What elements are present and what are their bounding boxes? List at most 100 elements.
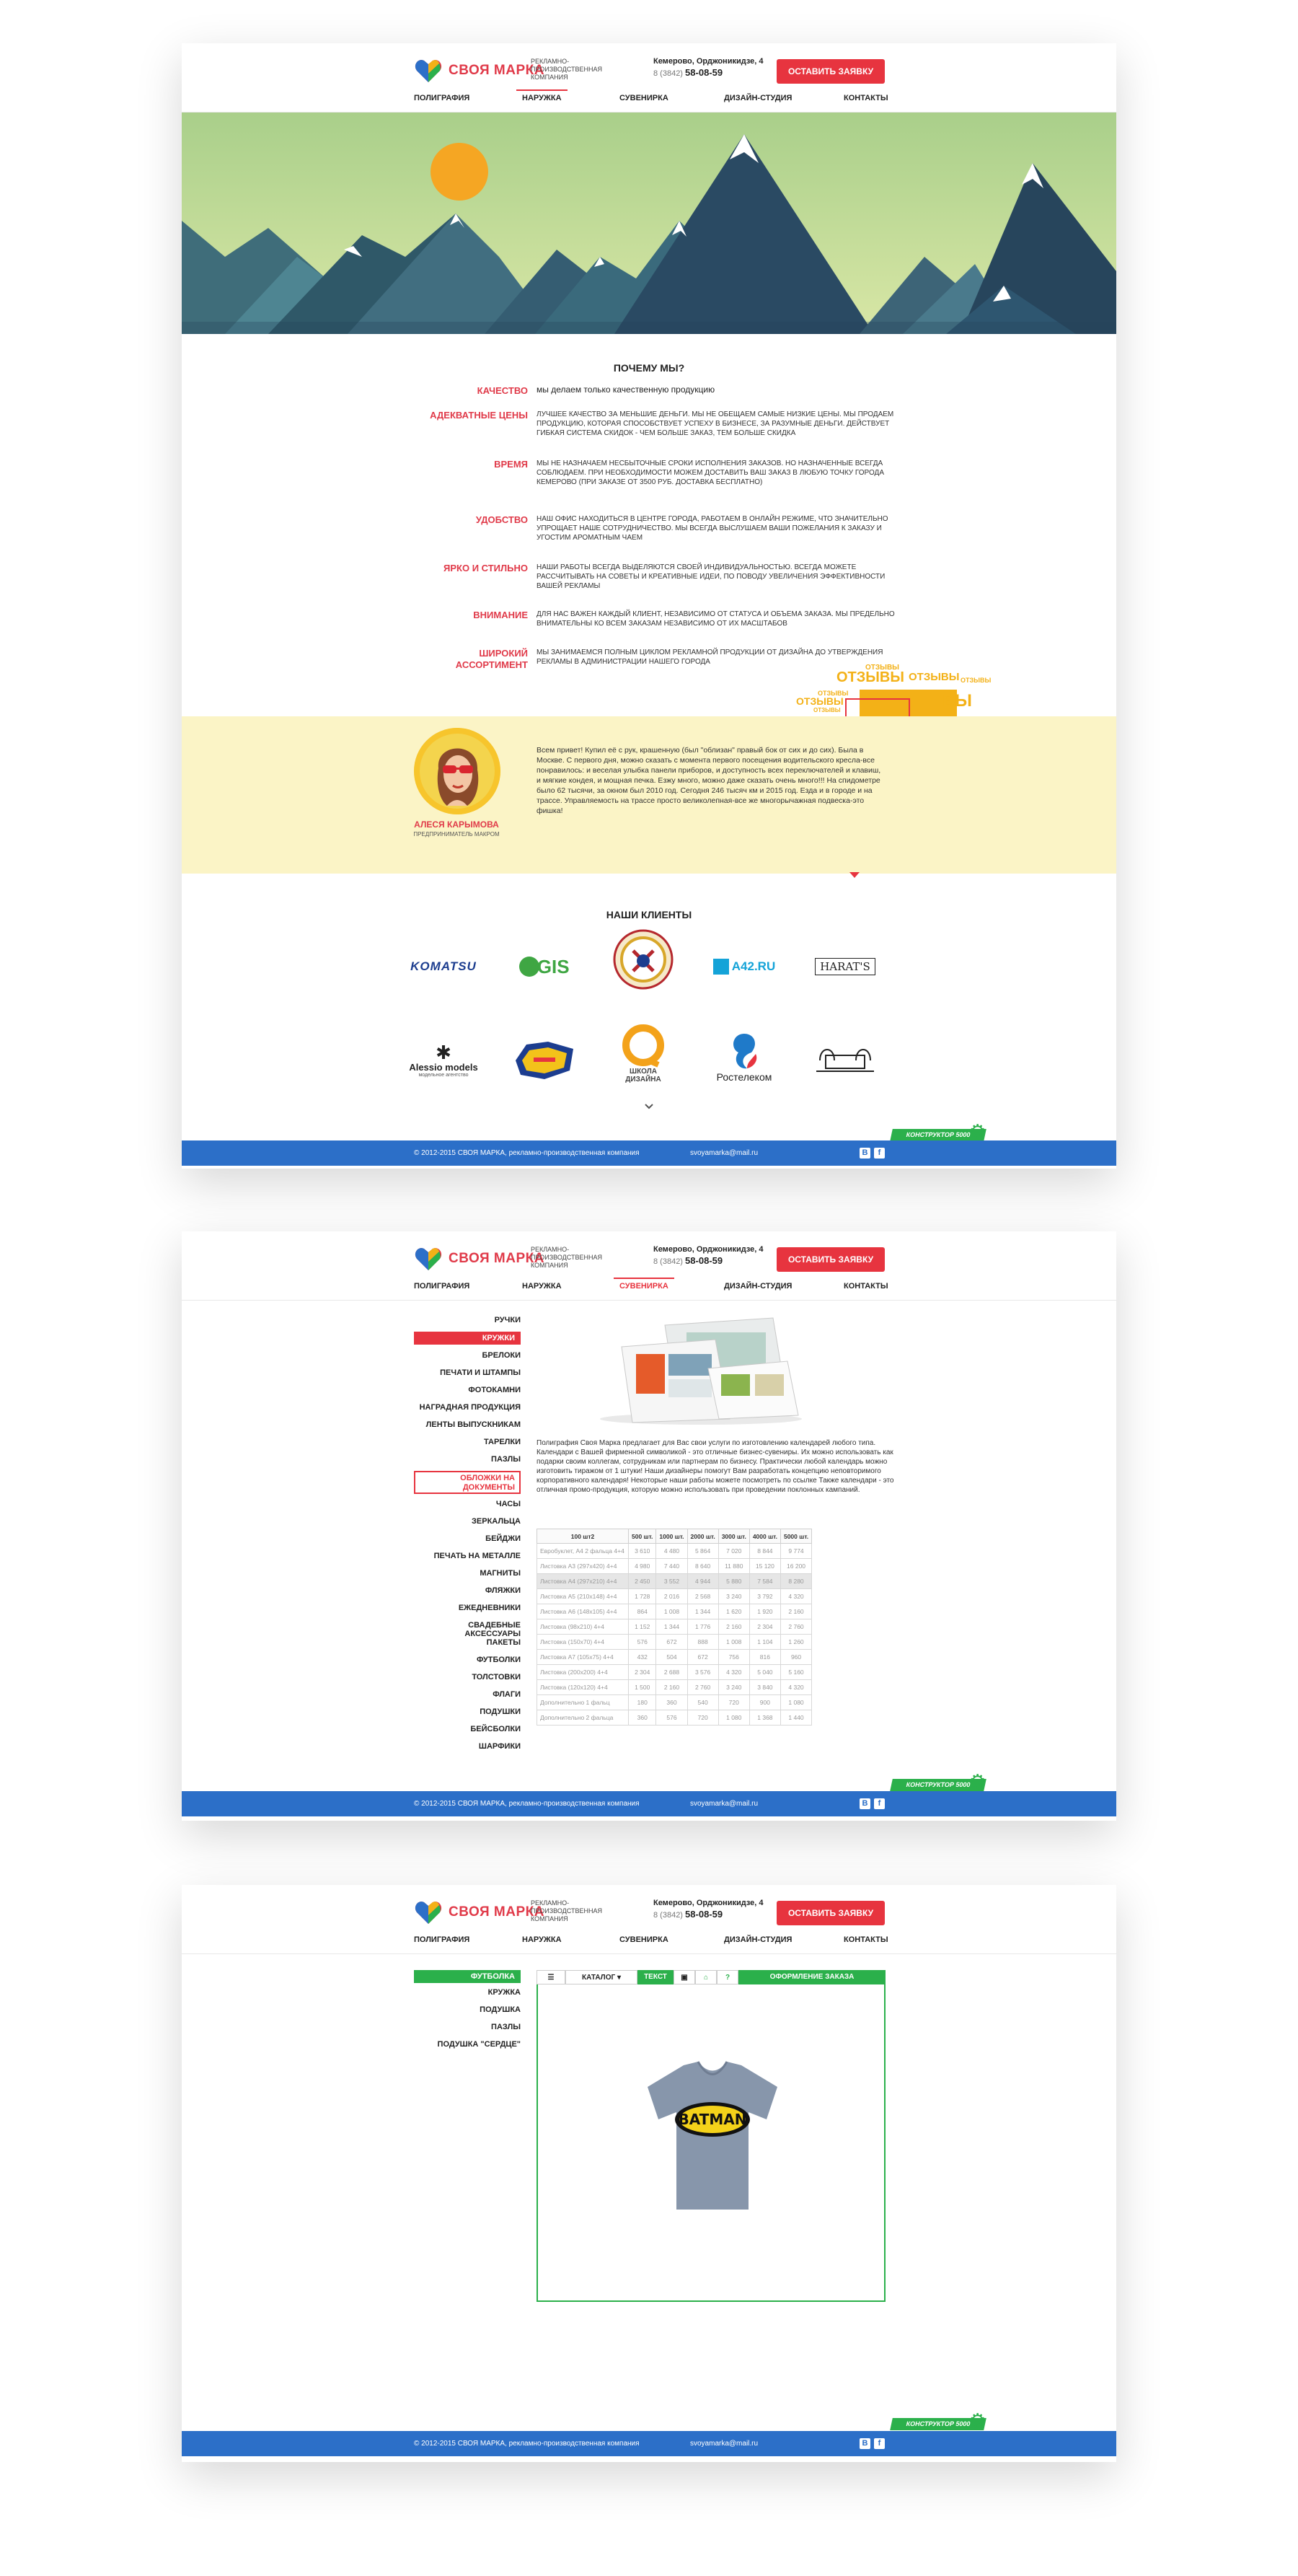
- heart-logo-icon: [415, 1902, 442, 1924]
- footer-email[interactable]: svoyamarka@mail.ru: [690, 1149, 758, 1157]
- menu-item[interactable]: БЕЙСБОЛКИ: [414, 1725, 521, 1733]
- table-cell-price: 8 280: [780, 1573, 813, 1589]
- menu-item[interactable]: ФЛАГИ: [414, 1690, 521, 1699]
- nav-contacts[interactable]: КОНТАКТЫ: [844, 94, 888, 102]
- logo[interactable]: СВОЯ МАРКА: [414, 56, 544, 85]
- client-logo-pub[interactable]: [805, 1028, 885, 1093]
- reviews-word: ОТЗЫВЫ: [813, 707, 841, 713]
- client-logo-harats[interactable]: HARAT'S: [805, 934, 885, 999]
- menu-item[interactable]: ПЕЧАТЬ НА МЕТАЛЛЕ: [414, 1552, 521, 1560]
- menu-item[interactable]: БРЕЛОКИ: [414, 1351, 521, 1360]
- table-cell-price: 2 304: [749, 1619, 781, 1635]
- client-logo-komatsu[interactable]: KOMATSU: [404, 934, 483, 999]
- text-tool-button[interactable]: ТЕКСТ: [637, 1970, 674, 1984]
- menu-item[interactable]: ЛЕНТЫ ВЫПУСКНИКАМ: [414, 1420, 521, 1429]
- menu-item[interactable]: БЕЙДЖИ: [414, 1534, 521, 1543]
- logo[interactable]: СВОЯ МАРКА: [414, 1244, 544, 1273]
- menu-item[interactable]: СВАДЕБНЫЕ АКСЕССУАРЫ: [414, 1621, 521, 1638]
- catalog-dropdown[interactable]: КАТАЛОГ ▾: [565, 1970, 637, 1984]
- table-cell-price: 15 120: [749, 1558, 781, 1574]
- ring-logo-icon: [622, 1024, 664, 1068]
- nav-souvenirs[interactable]: СУВЕНИРКА: [614, 1278, 674, 1291]
- nav-design-studio[interactable]: ДИЗАЙН-СТУДИЯ: [724, 1935, 792, 1944]
- menu-item[interactable]: ТАРЕЛКИ: [414, 1438, 521, 1446]
- menu-item[interactable]: ПАЗЛЫ: [414, 1455, 521, 1464]
- nav-polygraphy[interactable]: ПОЛИГРАФИЯ: [414, 1935, 469, 1944]
- client-logo-rostelecom[interactable]: Ростелеком: [705, 1024, 784, 1089]
- checkout-button[interactable]: ОФОРМЛЕНИЕ ЗАКАЗА: [738, 1970, 886, 1984]
- client-logo-alessio[interactable]: ✱ Alessio models модельное агентство: [404, 1028, 483, 1093]
- menu-item[interactable]: ПЕЧАТИ И ШТАМПЫ: [414, 1368, 521, 1377]
- menu-item[interactable]: ЗЕРКАЛЬЦА: [414, 1517, 521, 1526]
- client-logo-cartoon[interactable]: [505, 1028, 584, 1093]
- table-row: Евробуклет, А4 2 фальца 4+4 3 610 4 480 5 8…: [537, 1543, 813, 1559]
- table-row: Дополнительно 2 фальца 360 576 720 1 080 1 36…: [537, 1710, 813, 1726]
- menu-item[interactable]: ПАКЕТЫ: [414, 1638, 521, 1647]
- menu-item[interactable]: МАГНИТЫ: [414, 1569, 521, 1578]
- image-icon[interactable]: ▣: [674, 1970, 695, 1984]
- menu-item-active[interactable]: КРУЖКИ: [414, 1332, 521, 1345]
- phone-number[interactable]: 58-08-59: [685, 1255, 723, 1266]
- vk-icon[interactable]: В: [860, 2438, 870, 2449]
- help-icon[interactable]: ?: [717, 1970, 738, 1984]
- vk-icon[interactable]: В: [860, 1148, 870, 1159]
- hamburger-icon[interactable]: ☰: [537, 1970, 565, 1984]
- menu-item[interactable]: НАГРАДНАЯ ПРОДУКЦИЯ: [414, 1403, 521, 1412]
- nav-contacts[interactable]: КОНТАКТЫ: [844, 1935, 888, 1944]
- table-cell-price: 8 844: [749, 1543, 781, 1559]
- menu-item[interactable]: КРУЖКА: [414, 1988, 521, 1997]
- menu-item-outlined[interactable]: ОБЛОЖКИ НА ДОКУМЕНТЫ: [414, 1471, 521, 1494]
- nav-design-studio[interactable]: ДИЗАЙН-СТУДИЯ: [724, 94, 792, 102]
- vk-icon[interactable]: В: [860, 1798, 870, 1809]
- order-button[interactable]: ОСТАВИТЬ ЗАЯВКУ: [777, 1247, 885, 1272]
- nav-outdoor[interactable]: НАРУЖКА: [522, 1282, 562, 1291]
- footer-copyright: © 2012-2015 СВОЯ МАРКА, рекламно-произво…: [414, 1800, 640, 1808]
- footer-email[interactable]: svoyamarka@mail.ru: [690, 2440, 758, 2448]
- nav-outdoor[interactable]: НАРУЖКА: [516, 89, 567, 102]
- nav-polygraphy[interactable]: ПОЛИГРАФИЯ: [414, 94, 469, 102]
- menu-item[interactable]: ЧАСЫ: [414, 1500, 521, 1508]
- menu-item[interactable]: ШАРФИКИ: [414, 1742, 521, 1751]
- menu-item[interactable]: ПОДУШКИ: [414, 1707, 521, 1716]
- menu-item[interactable]: ЕЖЕДНЕВНИКИ: [414, 1604, 521, 1612]
- table-cell-price: 1 344: [655, 1619, 688, 1635]
- table-row: Листовка А7 (105x75) 4+4 432 504 672 756 816 9…: [537, 1649, 813, 1665]
- menu-item-active[interactable]: ФУТБОЛКА: [414, 1970, 521, 1983]
- nav-souvenirs[interactable]: СУВЕНИРКА: [619, 94, 668, 102]
- table-cell-name: Листовка А6 (148x105) 4+4: [537, 1604, 629, 1619]
- client-logo-design-school[interactable]: ШКОЛА ДИЗАЙНА: [604, 1021, 683, 1086]
- order-button[interactable]: ОСТАВИТЬ ЗАЯВКУ: [777, 1901, 885, 1925]
- why-label-assortment: ШИРОКИЙ АССОРТИМЕНТ: [455, 648, 528, 670]
- table-cell-name: Дополнительно 2 фальца: [537, 1710, 629, 1726]
- menu-item[interactable]: ТОЛСТОВКИ: [414, 1673, 521, 1682]
- nav-contacts[interactable]: КОНТАКТЫ: [844, 1282, 888, 1291]
- nav-outdoor[interactable]: НАРУЖКА: [522, 1935, 562, 1944]
- home-icon[interactable]: ⌂: [695, 1970, 717, 1984]
- table-cell-price: 4 944: [686, 1573, 719, 1589]
- facebook-icon[interactable]: f: [874, 2438, 885, 2449]
- menu-item[interactable]: ПОДУШКА: [414, 2005, 521, 2014]
- client-logo-a42[interactable]: A42.RU: [705, 934, 784, 999]
- menu-item[interactable]: ПАЗЛЫ: [414, 2023, 521, 2031]
- menu-item[interactable]: ФЛЯЖКИ: [414, 1586, 521, 1595]
- table-cell-price: 864: [627, 1604, 657, 1619]
- table-cell-price: 1 440: [780, 1710, 813, 1726]
- nav-design-studio[interactable]: ДИЗАЙН-СТУДИЯ: [724, 1282, 792, 1291]
- facebook-icon[interactable]: f: [874, 1148, 885, 1159]
- client-logo-2gis[interactable]: 2GIS: [505, 934, 584, 999]
- menu-item[interactable]: РУЧКИ: [414, 1316, 521, 1324]
- phone-number[interactable]: 58-08-59: [685, 67, 723, 78]
- table-cell-price: 1 080: [718, 1710, 750, 1726]
- order-button[interactable]: ОСТАВИТЬ ЗАЯВКУ: [777, 59, 885, 84]
- scroll-down-chevron-icon[interactable]: [645, 1104, 653, 1109]
- nav-souvenirs[interactable]: СУВЕНИРКА: [619, 1935, 668, 1944]
- phone-number[interactable]: 58-08-59: [685, 1909, 723, 1920]
- facebook-icon[interactable]: f: [874, 1798, 885, 1809]
- nav-polygraphy[interactable]: ПОЛИГРАФИЯ: [414, 1282, 469, 1291]
- footer-email[interactable]: svoyamarka@mail.ru: [690, 1800, 758, 1808]
- logo[interactable]: СВОЯ МАРКА: [414, 1898, 544, 1927]
- menu-item[interactable]: ФОТОКАМНИ: [414, 1386, 521, 1394]
- menu-item[interactable]: ПОДУШКА "СЕРДЦЕ": [414, 2040, 521, 2049]
- client-logo-emblem[interactable]: [604, 927, 683, 992]
- menu-item[interactable]: ФУТБОЛКИ: [414, 1656, 521, 1664]
